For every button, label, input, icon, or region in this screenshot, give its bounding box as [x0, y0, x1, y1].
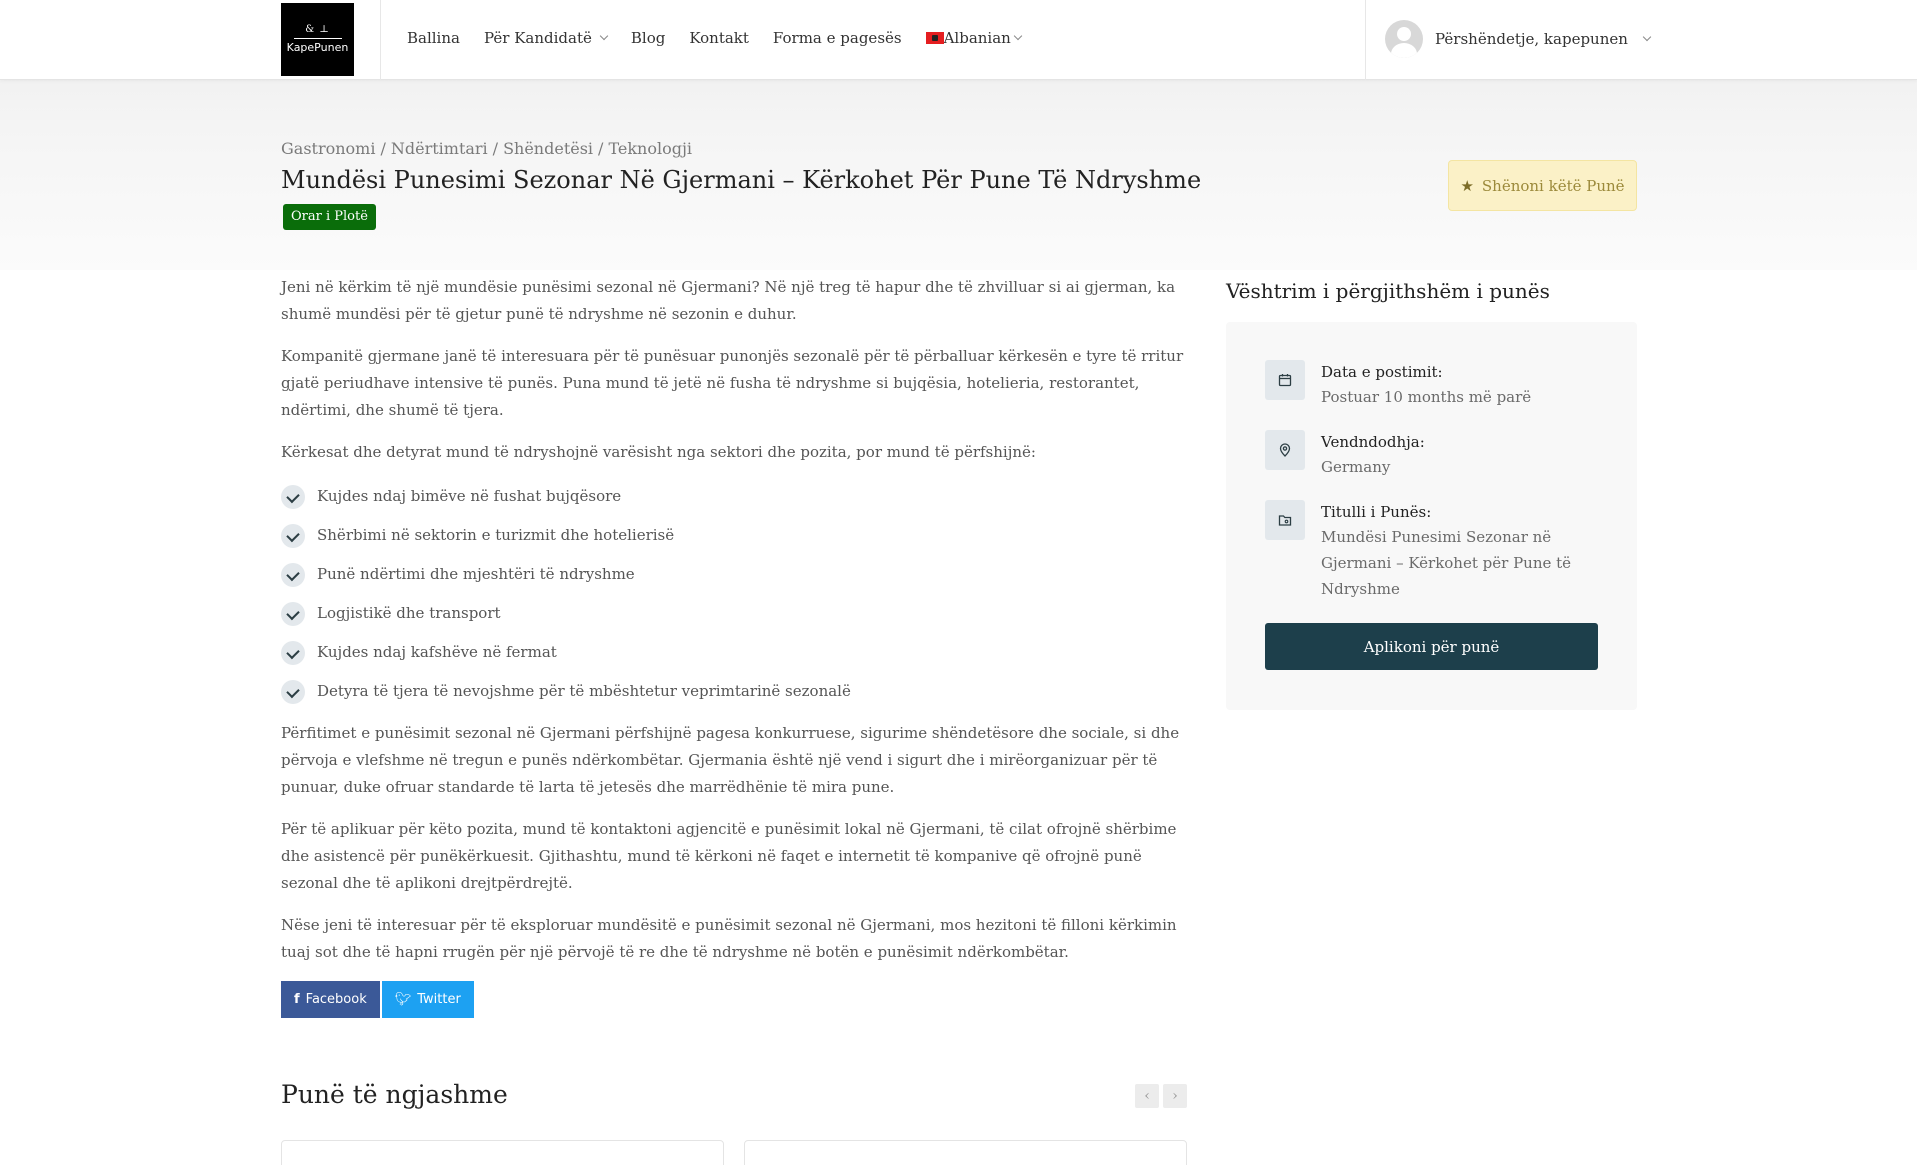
nav-item-candidates[interactable]: Për Kandidatë	[483, 29, 609, 47]
logo-text: KapePunen	[286, 41, 349, 54]
page-title: Mundësi Punesimi Sezonar Në Gjermani – K…	[281, 166, 1202, 194]
header-divider	[1365, 0, 1366, 80]
site-logo[interactable]: & ⊥ KapePunen	[281, 3, 354, 76]
language-selector[interactable]: Albanian	[925, 29, 1023, 47]
avatar	[1385, 20, 1423, 58]
list-item-text: Shërbimi në sektorin e turizmit dhe hote…	[317, 526, 675, 544]
list-item: Logjistikë dhe transport	[281, 594, 1187, 633]
chevron-down-icon	[1642, 32, 1652, 42]
job-description: Jeni në kërkim të një mundësie punësimi …	[281, 274, 1187, 1018]
job-type-badge: Orar i Plotë	[283, 204, 376, 230]
category-link[interactable]: Teknologji	[608, 139, 692, 158]
apply-button[interactable]: Aplikoni për punë	[1265, 623, 1598, 670]
list-item-text: Logjistikë dhe transport	[317, 604, 501, 622]
list-item: Punë ndërtimi dhe mjeshtëri të ndryshme	[281, 555, 1187, 594]
overview-label: Vendndodhja:	[1321, 433, 1425, 451]
bookmark-label: Shënoni këtë Punë	[1481, 176, 1625, 195]
overview-label: Titulli i Punës:	[1321, 503, 1432, 521]
description-paragraph: Kërkesat dhe detyrat mund të ndryshojnë …	[281, 443, 1036, 461]
list-item-text: Punë ndërtimi dhe mjeshtëri të ndryshme	[317, 565, 635, 583]
share-label: Facebook	[305, 992, 367, 1007]
list-item: Shërbimi në sektorin e turizmit dhe hote…	[281, 516, 1187, 555]
description-paragraph: Jeni në kërkim të një mundësie punësimi …	[281, 278, 1176, 323]
description-paragraph: Përfitimet e punësimit sezonal në Gjerma…	[281, 724, 1180, 796]
check-icon	[281, 562, 305, 587]
list-item: Detyra të tjera të nevojshme për të mbës…	[281, 672, 1187, 711]
share-buttons: f Facebook 🐦︎ Twitter	[281, 981, 1187, 1018]
carousel-next-button[interactable]: ›	[1163, 1084, 1187, 1108]
job-categories: Gastronomi / Ndërtimtari / Shëndetësi / Teknol…	[281, 139, 693, 158]
user-menu[interactable]: Përshëndetje, kapepunen	[1385, 19, 1652, 59]
overview-item-job-title: Titulli i Punës: Mundësi Punesimi Sezona…	[1265, 500, 1581, 602]
share-label: Twitter	[417, 992, 461, 1007]
list-item-text: Detyra të tjera të nevojshme për të mbës…	[317, 682, 851, 700]
list-item-text: Kujdes ndaj kafshëve në fermat	[317, 643, 557, 661]
overview-item-location: Vendndodhja: Germany	[1265, 430, 1581, 480]
description-paragraph: Për të aplikuar për këto pozita, mund të…	[281, 820, 1177, 892]
list-item-text: Kujdes ndaj bimëve në fushat bujqësore	[317, 487, 622, 505]
nav-label: Për Kandidatë	[483, 29, 592, 47]
list-item: Kujdes ndaj bimëve në fushat bujqësore	[281, 477, 1187, 516]
overview-label: Data e postimit:	[1321, 363, 1443, 381]
category-link[interactable]: Shëndetësi	[503, 139, 593, 158]
category-link[interactable]: Ndërtimtari	[391, 139, 488, 158]
twitter-share-button[interactable]: 🐦︎ Twitter	[381, 981, 474, 1018]
site-header: & ⊥ KapePunen Ballina Për Kandidatë Blog…	[0, 0, 1917, 80]
description-paragraph: Nëse jeni të interesuar për të eksplorua…	[281, 916, 1177, 961]
job-overview-panel: Data e postimit: Postuar 10 months më pa…	[1226, 322, 1637, 710]
nav-item-home[interactable]: Ballina	[407, 29, 460, 47]
check-icon	[281, 640, 305, 665]
category-link[interactable]: Gastronomi	[281, 139, 375, 158]
requirements-list: Kujdes ndaj bimëve në fushat bujqësore S…	[281, 477, 1187, 711]
user-greeting: Përshëndetje, kapepunen	[1435, 30, 1628, 48]
logo-mark: & ⊥	[305, 24, 330, 35]
check-icon	[281, 679, 305, 704]
check-icon	[281, 523, 305, 548]
nav-item-blog[interactable]: Blog	[631, 29, 665, 47]
nav-item-payment-form[interactable]: Forma e pagesës	[773, 29, 902, 47]
nav-label: Ballina	[407, 29, 460, 47]
nav-label: Forma e pagesës	[772, 29, 902, 47]
language-label: Albanian	[943, 29, 1011, 47]
overview-value: Postuar 10 months më parë	[1321, 388, 1532, 406]
header-divider	[380, 0, 381, 80]
facebook-share-button[interactable]: f Facebook	[281, 981, 380, 1018]
twitter-icon: 🐦︎	[394, 992, 412, 1007]
star-icon: ★	[1460, 176, 1474, 195]
similar-jobs-title: Punë të ngjashme	[281, 1080, 508, 1109]
nav-label: Kontakt	[689, 29, 749, 47]
folder-icon	[1265, 500, 1305, 540]
check-icon	[281, 601, 305, 626]
overview-value: Mundësi Punesimi Sezonar në Gjermani – K…	[1321, 528, 1572, 598]
similar-job-card[interactable]	[281, 1140, 724, 1165]
bookmark-job-button[interactable]: ★ Shënoni këtë Punë	[1448, 160, 1637, 211]
check-icon	[281, 484, 305, 509]
description-paragraph: Kompanitë gjermane janë të interesuara p…	[281, 347, 1184, 419]
logo-line	[293, 38, 342, 39]
carousel-prev-button[interactable]: ‹	[1135, 1084, 1159, 1108]
list-item: Kujdes ndaj kafshëve në fermat	[281, 633, 1187, 672]
chevron-down-icon	[599, 31, 609, 41]
main-nav: Ballina Për Kandidatë Blog Kontakt Forma…	[407, 0, 1023, 76]
similar-job-card[interactable]	[744, 1140, 1187, 1165]
nav-label: Blog	[630, 29, 666, 47]
location-pin-icon	[1265, 430, 1305, 470]
overview-item-date: Data e postimit: Postuar 10 months më pa…	[1265, 360, 1581, 410]
albania-flag-icon	[925, 32, 944, 44]
calendar-icon	[1265, 360, 1305, 400]
facebook-icon: f	[294, 992, 300, 1007]
overview-title: Vështrim i përgjithshëm i punës	[1226, 279, 1550, 303]
nav-item-contact[interactable]: Kontakt	[689, 29, 749, 47]
overview-value: Germany	[1321, 458, 1391, 476]
chevron-down-icon	[1013, 31, 1023, 41]
